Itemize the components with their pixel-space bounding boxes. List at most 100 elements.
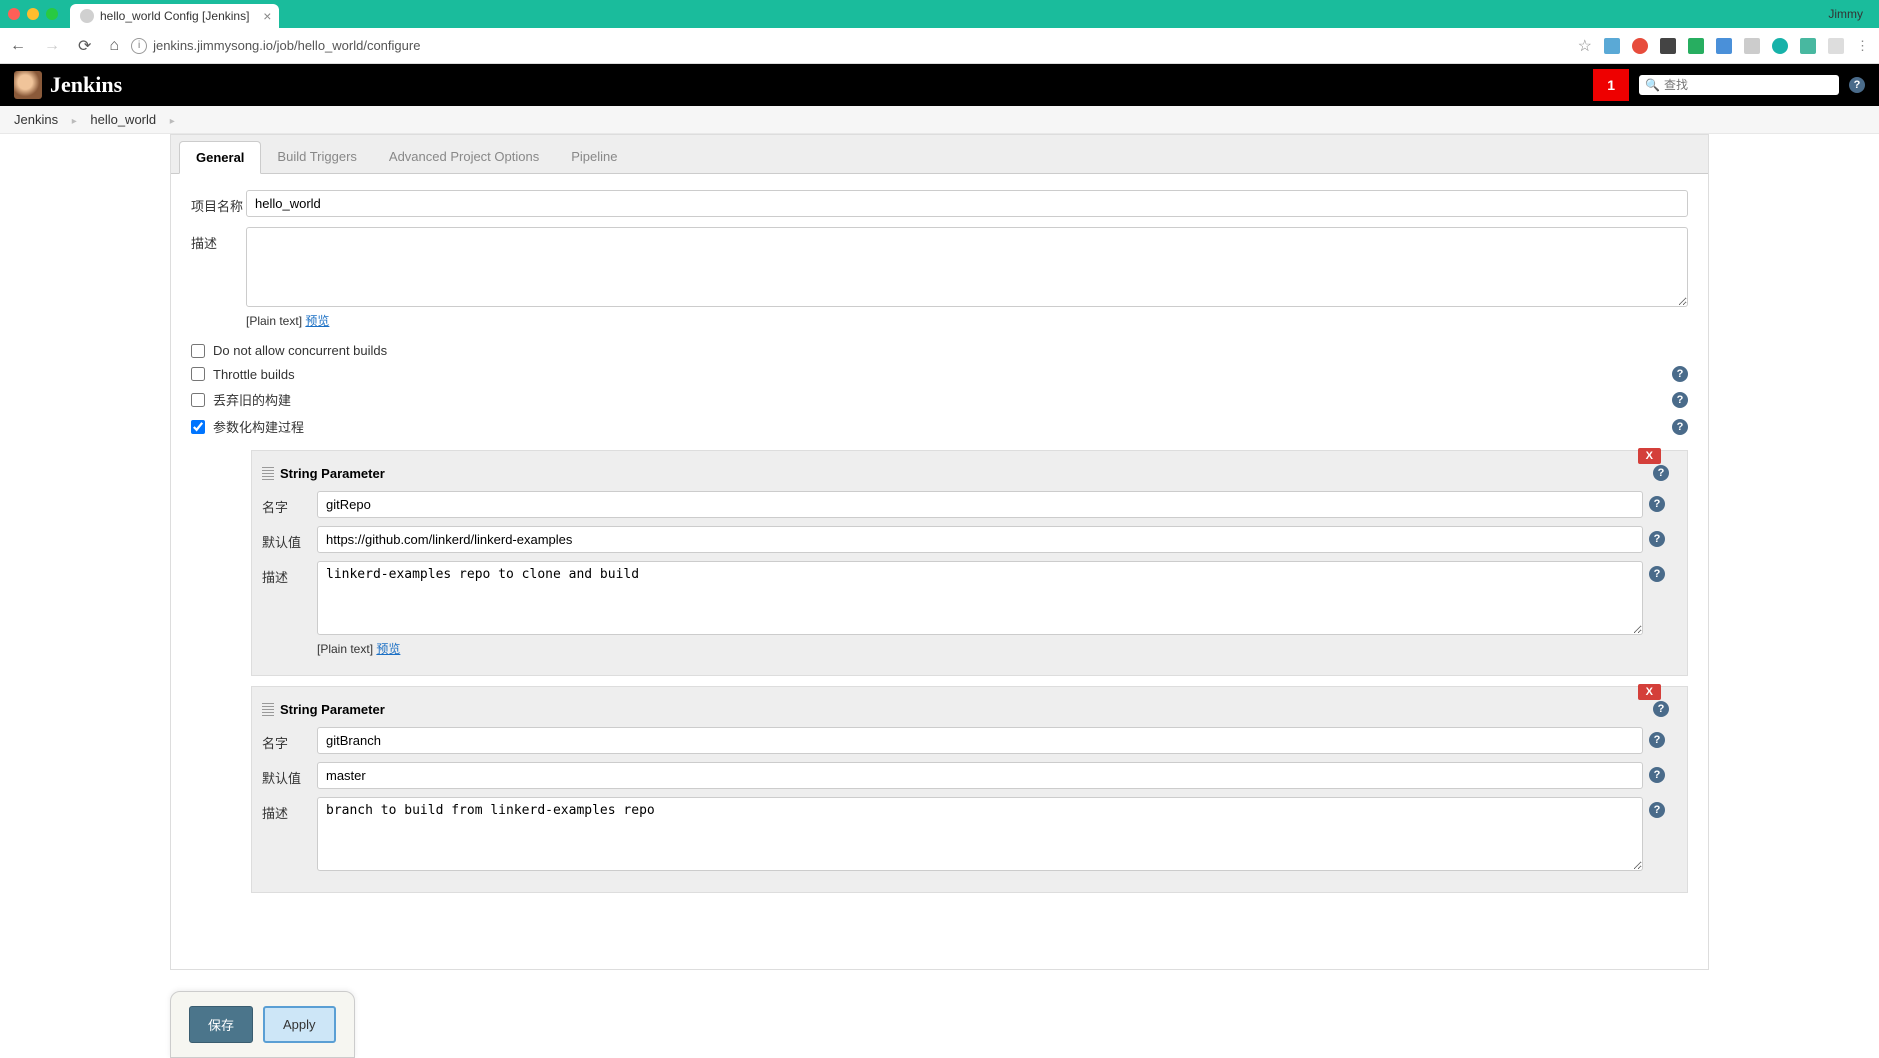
param-desc-label: 描述: [262, 561, 317, 586]
jenkins-header: Jenkins 1 🔍 ?: [0, 64, 1879, 106]
param-desc-textarea[interactable]: [317, 797, 1643, 871]
breadcrumb: Jenkins ▸ hello_world ▸: [0, 106, 1879, 134]
no-concurrent-label: Do not allow concurrent builds: [213, 343, 387, 358]
ext-icon-3[interactable]: [1660, 38, 1676, 54]
ext-icon-6[interactable]: [1744, 38, 1760, 54]
param-type-help-icon[interactable]: ?: [1653, 701, 1669, 717]
apply-button[interactable]: Apply: [263, 1006, 336, 1043]
delete-parameter-button[interactable]: X: [1638, 448, 1661, 464]
tab-advanced[interactable]: Advanced Project Options: [373, 141, 555, 173]
param-name-label: 名字: [262, 727, 317, 752]
notification-badge[interactable]: 1: [1593, 69, 1629, 101]
plain-text-label: [Plain text]: [317, 642, 373, 656]
browser-user-label[interactable]: Jimmy: [1828, 7, 1871, 21]
breadcrumb-item-job[interactable]: hello_world: [90, 112, 156, 127]
param-default-label: 默认值: [262, 526, 317, 551]
delete-parameter-button[interactable]: X: [1638, 684, 1661, 700]
window-minimize-icon[interactable]: [27, 8, 39, 20]
ext-icon-2[interactable]: [1632, 38, 1648, 54]
discard-old-label: 丢弃旧的构建: [213, 390, 291, 409]
jenkins-logo[interactable]: Jenkins: [14, 71, 122, 99]
throttle-label: Throttle builds: [213, 367, 295, 382]
extension-icons: ⋮: [1604, 38, 1869, 54]
param-name-help-icon[interactable]: ?: [1649, 732, 1665, 748]
breadcrumb-separator-icon: ▸: [72, 116, 77, 127]
parameterized-label: 参数化构建过程: [213, 417, 304, 436]
ext-icon-9[interactable]: [1828, 38, 1844, 54]
param-name-input[interactable]: [317, 727, 1643, 754]
bookmark-star-icon[interactable]: ☆: [1578, 36, 1592, 56]
ext-icon-4[interactable]: [1688, 38, 1704, 54]
param-default-label: 默认值: [262, 762, 317, 787]
param-name-help-icon[interactable]: ?: [1649, 496, 1665, 512]
tab-general[interactable]: General: [179, 141, 261, 174]
preview-link[interactable]: 预览: [305, 314, 329, 328]
parameter-block: X String Parameter ? 名字 ? 默认值 ? 描述: [251, 450, 1688, 676]
drag-handle-icon[interactable]: [262, 702, 274, 716]
parameter-type-label: String Parameter: [280, 702, 385, 717]
tab-close-icon[interactable]: ×: [263, 8, 271, 24]
save-apply-bar: 保存 Apply: [170, 991, 355, 1058]
menu-icon[interactable]: ⋮: [1856, 38, 1869, 54]
param-default-help-icon[interactable]: ?: [1649, 767, 1665, 783]
param-default-input[interactable]: [317, 762, 1643, 789]
tab-title: hello_world Config [Jenkins]: [100, 9, 249, 23]
header-help-icon[interactable]: ?: [1849, 77, 1865, 93]
save-button[interactable]: 保存: [189, 1006, 253, 1043]
param-name-input[interactable]: [317, 491, 1643, 518]
tab-favicon-icon: [80, 9, 94, 23]
ext-icon-7[interactable]: [1772, 38, 1788, 54]
description-label: 描述: [191, 227, 246, 252]
param-default-help-icon[interactable]: ?: [1649, 531, 1665, 547]
config-panel: General Build Triggers Advanced Project …: [170, 134, 1709, 970]
jenkins-logo-icon: [14, 71, 42, 99]
param-desc-help-icon[interactable]: ?: [1649, 802, 1665, 818]
window-maximize-icon[interactable]: [46, 8, 58, 20]
ext-icon-8[interactable]: [1800, 38, 1816, 54]
jenkins-brand-text: Jenkins: [50, 72, 122, 98]
url-bar[interactable]: i jenkins.jimmysong.io/job/hello_world/c…: [131, 38, 1566, 54]
site-info-icon[interactable]: i: [131, 38, 147, 54]
breadcrumb-separator-icon: ▸: [170, 116, 175, 127]
param-desc-textarea[interactable]: [317, 561, 1643, 635]
discard-old-checkbox[interactable]: [191, 393, 205, 407]
ext-icon-5[interactable]: [1716, 38, 1732, 54]
tab-pipeline[interactable]: Pipeline: [555, 141, 633, 173]
param-name-label: 名字: [262, 491, 317, 516]
param-type-help-icon[interactable]: ?: [1653, 465, 1669, 481]
discard-old-help-icon[interactable]: ?: [1672, 392, 1688, 408]
forward-icon[interactable]: →: [44, 37, 60, 55]
preview-link[interactable]: 预览: [376, 642, 400, 656]
param-desc-label: 描述: [262, 797, 317, 822]
ext-icon-1[interactable]: [1604, 38, 1620, 54]
param-desc-help-icon[interactable]: ?: [1649, 566, 1665, 582]
search-box[interactable]: 🔍: [1639, 75, 1839, 95]
url-text: jenkins.jimmysong.io/job/hello_world/con…: [153, 38, 420, 53]
breadcrumb-item-jenkins[interactable]: Jenkins: [14, 112, 58, 127]
back-icon[interactable]: ←: [10, 37, 26, 55]
parameterized-help-icon[interactable]: ?: [1672, 419, 1688, 435]
parameter-block: X String Parameter ? 名字 ? 默认值 ? 描述: [251, 686, 1688, 893]
search-icon: 🔍: [1645, 78, 1660, 92]
description-textarea[interactable]: [246, 227, 1688, 307]
window-close-icon[interactable]: [8, 8, 20, 20]
window-controls: [8, 8, 58, 20]
no-concurrent-checkbox[interactable]: [191, 344, 205, 358]
parameterized-checkbox[interactable]: [191, 420, 205, 434]
throttle-checkbox[interactable]: [191, 367, 205, 381]
browser-toolbar: ← → ⟳ ⌂ i jenkins.jimmysong.io/job/hello…: [0, 28, 1879, 64]
parameter-type-label: String Parameter: [280, 466, 385, 481]
project-name-label: 项目名称: [191, 190, 246, 215]
config-tabs: General Build Triggers Advanced Project …: [171, 135, 1708, 174]
browser-titlebar: hello_world Config [Jenkins] × Jimmy: [0, 0, 1879, 28]
reload-icon[interactable]: ⟳: [78, 36, 91, 56]
browser-tab[interactable]: hello_world Config [Jenkins] ×: [70, 4, 279, 28]
search-input[interactable]: [1664, 78, 1833, 92]
tab-build-triggers[interactable]: Build Triggers: [261, 141, 372, 173]
plain-text-label: [Plain text]: [246, 314, 302, 328]
project-name-input[interactable]: [246, 190, 1688, 217]
drag-handle-icon[interactable]: [262, 466, 274, 480]
home-icon[interactable]: ⌂: [109, 37, 119, 55]
throttle-help-icon[interactable]: ?: [1672, 366, 1688, 382]
param-default-input[interactable]: [317, 526, 1643, 553]
